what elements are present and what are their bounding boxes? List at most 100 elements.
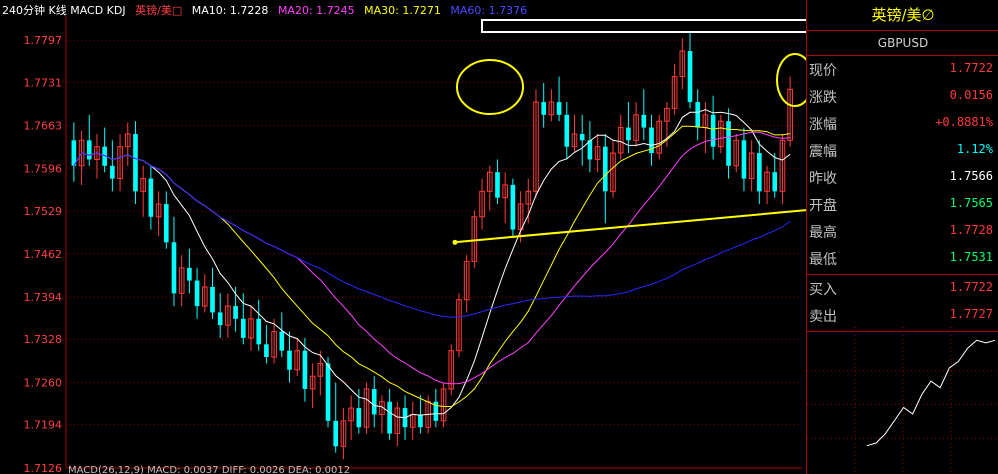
quote-panel: 英镑/美∅ GBPUSD 现价 1.7722 涨跌 0.0156 涨幅 +0.8881% 震…: [806, 0, 998, 474]
quote-row: 最低 1.7531: [807, 245, 993, 271]
candle-body: [495, 172, 500, 198]
period-label: 240分钟 K线 MACD KDJ: [2, 4, 126, 17]
quote-label: 卖出: [809, 309, 837, 325]
candle-body: [302, 350, 308, 389]
candle-body: [187, 267, 192, 281]
quote-row: 最高 1.7728: [807, 218, 993, 244]
support-trendline: [452, 209, 806, 244]
candle-body: [741, 140, 747, 179]
y-tick-label: 1.7328: [24, 333, 63, 346]
quote-label: 震幅: [809, 144, 837, 160]
y-tick-label: 1.7260: [24, 377, 63, 390]
quote-symbol: GBPUSD: [807, 31, 998, 56]
quote-label: 开盘: [809, 198, 837, 214]
quote-label: 涨幅: [809, 117, 837, 133]
candle-body: [325, 363, 331, 421]
intraday-mini-chart: [807, 327, 998, 474]
y-tick-label: 1.7731: [24, 76, 63, 89]
candle-body: [564, 114, 570, 147]
macd-footer: MACD(26,12,9) MACD: 0.0037 DIFF: 0.0026 …: [68, 465, 350, 474]
quote-value: +0.8881%: [935, 115, 993, 129]
candle-body: [264, 344, 269, 358]
quote-label: 买入: [809, 282, 837, 298]
candle-body: [356, 408, 362, 428]
candle-body: [240, 318, 246, 338]
candle-body: [163, 204, 169, 243]
instrument-label: 英镑/美□: [135, 4, 183, 17]
y-tick-label: 1.7194: [24, 419, 63, 432]
candle-body: [710, 114, 716, 147]
quote-value: 1.7728: [949, 223, 993, 237]
quote-row: 卖出 1.7727: [807, 302, 993, 328]
candle-body: [602, 146, 608, 192]
y-tick-label: 1.7462: [24, 248, 63, 261]
candle-body: [579, 133, 585, 141]
candle-body: [418, 414, 423, 428]
kline-chart[interactable]: 1.7797 1.7731 1.7663 1.7596 1.7529 1.7462 1.73…: [0, 0, 806, 474]
annotation-ellipse: [456, 59, 524, 115]
quote-row: 现价 1.7722: [807, 56, 993, 82]
candle-body: [387, 401, 392, 434]
quote-row: 昨收 1.7566: [807, 164, 993, 190]
candle-body: [541, 102, 546, 115]
candle-body: [194, 280, 200, 307]
quote-value: 1.12%: [956, 142, 993, 156]
candle-body: [210, 286, 215, 313]
quote-row: 开盘 1.7565: [807, 191, 993, 217]
candle-body: [279, 331, 285, 351]
annotation-ellipse: [776, 53, 806, 107]
quote-value: 1.7727: [949, 307, 993, 321]
quote-value: 0.0156: [949, 88, 993, 102]
y-tick-label: 1.7529: [24, 205, 63, 218]
candle-body: [71, 140, 77, 166]
annotation-rectangle: [481, 19, 806, 33]
quote-row: 震幅 1.12%: [807, 137, 993, 163]
candle-body: [587, 140, 593, 160]
quote-row: 买入 1.7722: [807, 275, 993, 301]
candle-body: [757, 153, 762, 192]
quote-label: 现价: [809, 63, 837, 79]
candle-body: [772, 172, 778, 192]
quote-value: 1.7722: [949, 280, 993, 294]
candle-body: [256, 318, 262, 345]
candle-body: [110, 165, 115, 179]
candle-body: [556, 102, 562, 115]
quote-value: 1.7722: [949, 61, 993, 75]
y-tick-label: 1.7596: [24, 162, 63, 175]
quote-label: 最高: [809, 225, 837, 241]
ma30-label: MA30: 1.7271: [364, 4, 441, 17]
candle-body: [371, 388, 377, 415]
quote-label: 昨收: [809, 171, 837, 187]
candle-body: [641, 114, 647, 128]
y-tick-label: 1.7126: [24, 462, 63, 474]
candle-body: [148, 178, 154, 217]
candle-body: [133, 133, 138, 192]
candle-body: [687, 51, 693, 103]
candle-body: [233, 306, 238, 319]
candle-body: [510, 184, 516, 230]
ma20-label: MA20: 1.7245: [277, 4, 355, 17]
quote-label: 最低: [809, 252, 837, 268]
quote-row: 涨幅 +0.8881%: [807, 110, 993, 136]
candle-body: [217, 312, 223, 326]
quote-value: 1.7565: [949, 196, 993, 210]
candle-body: [626, 127, 631, 141]
y-tick-label: 1.7394: [24, 291, 63, 304]
candle-body: [333, 420, 339, 447]
candle-body: [287, 350, 292, 370]
trendline-anchor: [452, 239, 458, 245]
kline-plot[interactable]: 1.7797 1.7731 1.7663 1.7596 1.7529 1.7462 1.73…: [0, 0, 806, 474]
y-tick-label: 1.7663: [24, 120, 63, 133]
ma10-label: MA10: 1.7228: [191, 4, 269, 17]
quote-row: 涨跌 0.0156: [807, 83, 993, 109]
mini-price-line: [866, 339, 996, 447]
candle-body: [695, 102, 701, 128]
quote-value: 1.7531: [949, 250, 993, 264]
quote-label: 涨跌: [809, 90, 837, 106]
y-tick-label: 1.7797: [24, 34, 63, 47]
quote-value: 1.7566: [949, 169, 993, 183]
ma60-label: MA60: 1.7376: [450, 4, 528, 17]
candle-body: [726, 121, 731, 166]
quote-title: 英镑/美∅: [807, 0, 998, 31]
candle-body: [86, 140, 92, 160]
